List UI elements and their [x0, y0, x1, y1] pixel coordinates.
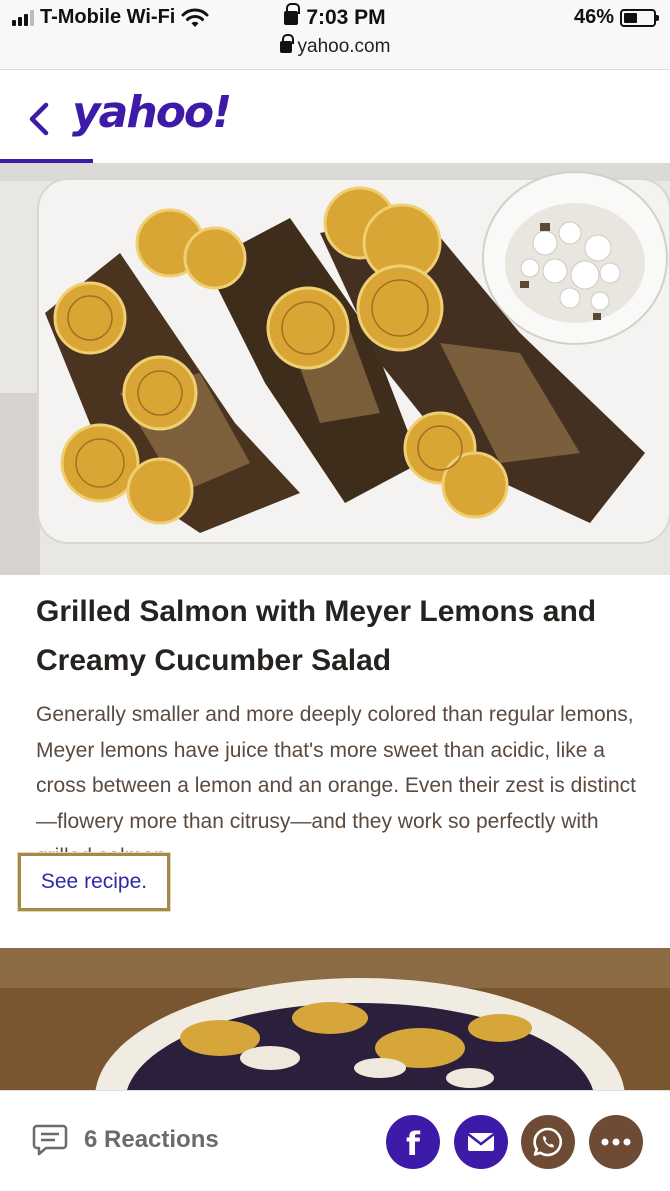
whatsapp-icon [533, 1127, 563, 1157]
battery-area: 46% [573, 6, 659, 29]
battery-icon [620, 8, 659, 27]
yahoo-logo[interactable]: yahoo! [72, 87, 232, 138]
more-share-button[interactable] [589, 1115, 643, 1169]
status-bar: T-Mobile Wi-Fi 7:03 PM yahoo.com 46% [0, 0, 670, 70]
comment-icon [32, 1124, 68, 1156]
lock-icon [279, 34, 294, 53]
facebook-share-button[interactable]: f [386, 1115, 440, 1169]
more-icon [601, 1138, 631, 1146]
clock-area: 7:03 PM [0, 3, 670, 30]
lock-icon [284, 3, 301, 25]
mail-icon [467, 1133, 495, 1151]
clock: 7:03 PM [306, 6, 386, 29]
hero-image [0, 163, 670, 575]
dish-photo [0, 948, 670, 1090]
salmon-photo [0, 163, 670, 575]
facebook-icon: f [406, 1125, 420, 1163]
url-area[interactable]: yahoo.com [0, 34, 670, 58]
mail-share-button[interactable] [454, 1115, 508, 1169]
reactions-button[interactable]: 6 Reactions [32, 1123, 219, 1157]
article-description: Generally smaller and more deeply colore… [36, 703, 636, 868]
battery-percent: 46% [573, 6, 614, 28]
article-headline: Grilled Salmon with Meyer Lemons and Cre… [36, 595, 597, 677]
see-recipe-link[interactable]: See recipe. [18, 853, 170, 911]
site-header: yahoo! [0, 71, 670, 163]
article-body: Grilled Salmon with Meyer Lemons and Cre… [36, 585, 636, 875]
chevron-left-icon[interactable] [22, 99, 58, 139]
second-image [0, 948, 670, 1090]
url-label: yahoo.com [297, 36, 391, 57]
bottom-action-bar: 6 Reactions f [0, 1090, 670, 1191]
whatsapp-share-button[interactable] [521, 1115, 575, 1169]
reactions-label: 6 Reactions [84, 1126, 219, 1153]
